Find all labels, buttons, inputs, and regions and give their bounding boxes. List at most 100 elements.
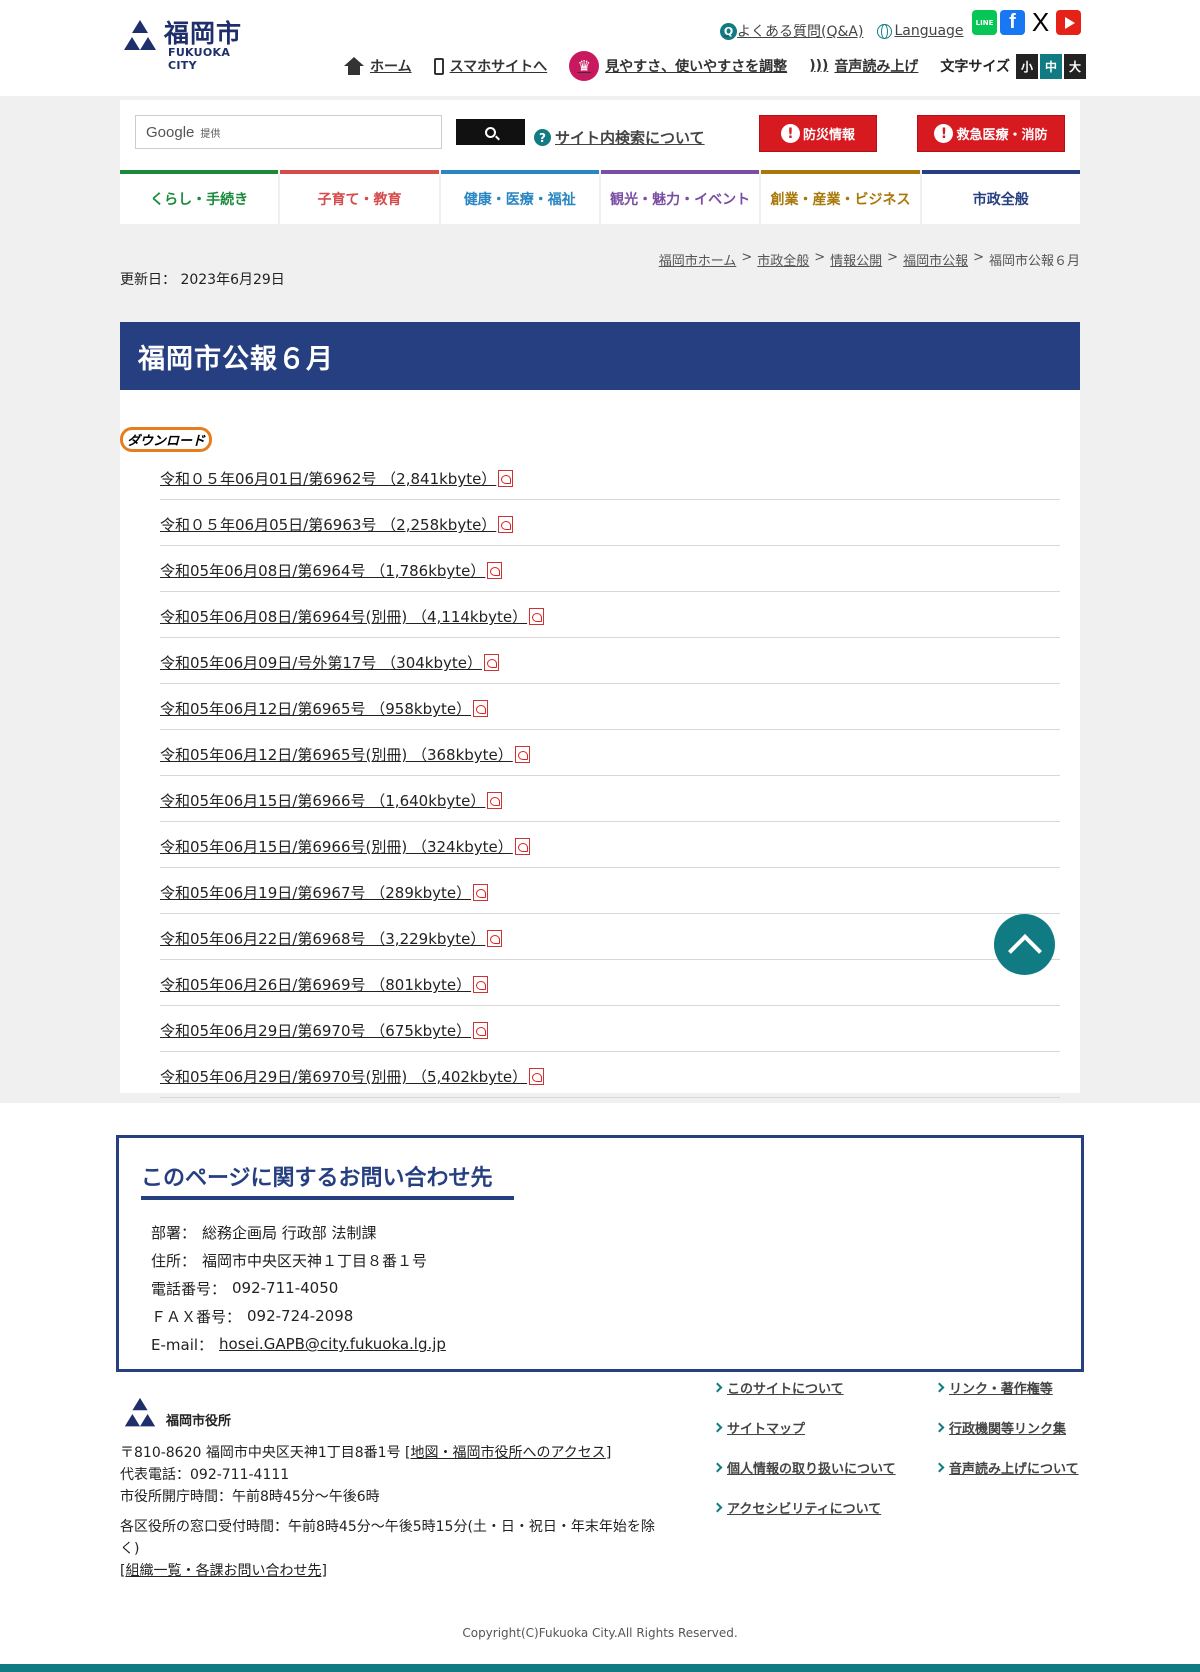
- pdf-download-link[interactable]: 令和05年06月15日/第6966号(別冊) （324kbyte）: [160, 836, 513, 857]
- font-size-large-button[interactable]: 大: [1063, 53, 1086, 79]
- accessibility-link[interactable]: ♛ 見やすさ、使いやすさを調整: [569, 51, 787, 81]
- breadcrumb-city-admin[interactable]: 市政全般: [757, 250, 809, 269]
- sound-wave-icon: ))): [809, 58, 829, 74]
- footer-link-label: このサイトについて: [727, 1382, 844, 1397]
- pdf-download-link[interactable]: 令和05年06月12日/第6965号 （958kbyte）: [160, 698, 471, 719]
- pdf-download-link[interactable]: 令和05年06月29日/第6970号 （675kbyte）: [160, 1020, 471, 1041]
- breadcrumb-gazette[interactable]: 福岡市公報: [903, 250, 968, 269]
- updated-date: 更新日： 2023年6月29日: [120, 272, 285, 288]
- pdf-download-link[interactable]: 令和05年06月22日/第6968号 （3,229kbyte）: [160, 928, 485, 949]
- gnav-label: 子育て・教育: [317, 192, 402, 208]
- site-logo[interactable]: 福岡市 FUKUOKA CITY: [120, 16, 260, 72]
- office-name: 福岡市役所: [166, 1413, 232, 1429]
- file-list-item: 令和０５年06月01日/第6962号 （2,841kbyte）: [160, 454, 1060, 500]
- office-hours: 市役所開庁時間：午前8時45分～午後6時: [120, 1489, 380, 1505]
- contact-address: 住所： 福岡市中央区天神１丁目８番１号: [151, 1246, 446, 1274]
- faq-icon: Q: [720, 22, 737, 40]
- font-size-small-button[interactable]: 小: [1015, 53, 1038, 79]
- ward-hours: 各区役所の窓口受付時間：午前8時45分～午後5時15分(土・日・祝日・年末年始を…: [120, 1519, 655, 1557]
- file-list-item: 令和05年06月08日/第6964号 （1,786kbyte）: [160, 546, 1060, 592]
- read-aloud-link[interactable]: ))) 音声読み上げ: [809, 56, 918, 76]
- pdf-icon: [473, 976, 489, 993]
- gnav-business[interactable]: 創業・産業・ビジネス: [761, 170, 920, 224]
- search-input[interactable]: Google 提供: [135, 115, 442, 149]
- contact-list: 部署： 総務企画局 行政部 法制課 住所： 福岡市中央区天神１丁目８番１号 電話…: [151, 1218, 446, 1358]
- footer-link-label: 音声読み上げについて: [949, 1462, 1079, 1477]
- contact-email-link[interactable]: hosei.GAPB@city.fukuoka.lg.jp: [219, 1335, 446, 1353]
- org-list-link[interactable]: 組織一覧・各課お問い合わせ先: [125, 1563, 321, 1579]
- bracket-close: ]: [321, 1563, 327, 1579]
- home-link-label: ホーム: [370, 59, 412, 75]
- file-list-item: 令和05年06月15日/第6966号 （1,640kbyte）: [160, 776, 1060, 822]
- file-list-item: 令和０５年06月05日/第6963号 （2,258kbyte）: [160, 500, 1060, 546]
- disaster-info-button[interactable]: ! 防災情報: [759, 115, 877, 152]
- download-badge: ダウンロード: [120, 427, 213, 452]
- page-title: 福岡市公報６月: [120, 322, 1080, 390]
- footer-link-copyright[interactable]: リンク・著作権等: [934, 1378, 1053, 1397]
- gnav-living[interactable]: くらし・手続き: [120, 170, 279, 224]
- footer-link-label: 行政機関等リンク集: [949, 1422, 1067, 1437]
- pdf-icon: [529, 1068, 545, 1085]
- breadcrumb: 福岡市ホーム > 市政全般 > 情報公開 > 福岡市公報 > 福岡市公報６月: [659, 250, 1080, 269]
- breadcrumb-home[interactable]: 福岡市ホーム: [659, 250, 737, 269]
- pdf-icon: [473, 700, 489, 717]
- footer-link-accessibility[interactable]: アクセシビリティについて: [712, 1498, 881, 1517]
- footer-link-about-site[interactable]: このサイトについて: [712, 1378, 844, 1397]
- scroll-to-top-button[interactable]: [994, 914, 1055, 975]
- pdf-download-link[interactable]: 令和05年06月12日/第6965号(別冊) （368kbyte）: [160, 744, 513, 765]
- file-list: 令和０５年06月01日/第6962号 （2,841kbyte） 令和０５年06月0…: [160, 454, 1060, 1098]
- pdf-download-link[interactable]: 令和０５年06月01日/第6962号 （2,841kbyte）: [160, 468, 496, 489]
- contact-department-label: 部署：: [151, 1223, 197, 1242]
- footer-logo: 福岡市役所: [120, 1394, 670, 1434]
- pdf-download-link[interactable]: 令和05年06月19日/第6967号 （289kbyte）: [160, 882, 471, 903]
- gnav-label: 観光・魅力・イベント: [610, 192, 751, 208]
- smartphone-link[interactable]: スマホサイトへ: [433, 56, 548, 76]
- gnav-tourism[interactable]: 観光・魅力・イベント: [600, 170, 760, 224]
- globe-icon: [877, 23, 893, 39]
- footer-link-privacy[interactable]: 個人情報の取り扱いについて: [712, 1458, 896, 1477]
- search-button[interactable]: [456, 119, 525, 145]
- language-link[interactable]: Language: [877, 23, 964, 39]
- pdf-icon: [473, 1022, 489, 1039]
- pdf-icon: [498, 516, 514, 533]
- emergency-button[interactable]: ! 救急医療・消防: [917, 115, 1065, 152]
- facebook-icon[interactable]: f: [1000, 10, 1025, 35]
- pdf-icon: [487, 792, 503, 809]
- file-list-item: 令和05年06月22日/第6968号 （3,229kbyte）: [160, 914, 1060, 960]
- faq-link[interactable]: Q よくある質問(Q&A): [720, 21, 863, 41]
- chevron-right-icon: [712, 1462, 723, 1473]
- footer-link-sitemap[interactable]: サイトマップ: [712, 1418, 805, 1437]
- home-link[interactable]: ホーム: [344, 56, 412, 76]
- pdf-download-link[interactable]: 令和05年06月08日/第6964号(別冊) （4,114kbyte）: [160, 606, 527, 627]
- chevron-right-icon: [712, 1422, 723, 1433]
- pdf-download-link[interactable]: 令和05年06月08日/第6964号 （1,786kbyte）: [160, 560, 485, 581]
- gnav-city-admin[interactable]: 市政全般: [921, 170, 1080, 224]
- breadcrumb-info-disclosure[interactable]: 情報公開: [830, 250, 882, 269]
- search-about-link[interactable]: ? サイト内検索について: [534, 127, 705, 148]
- smartphone-link-label: スマホサイトへ: [449, 59, 548, 75]
- breadcrumb-separator: >: [973, 250, 984, 265]
- gnav-health[interactable]: 健康・医療・福祉: [440, 170, 599, 224]
- footer-link-gov-links[interactable]: 行政機関等リンク集: [934, 1418, 1067, 1437]
- x-icon[interactable]: X: [1028, 7, 1053, 37]
- disaster-info-label: 防災情報: [802, 128, 855, 143]
- youtube-icon[interactable]: [1056, 10, 1081, 35]
- chevron-up-icon: [1007, 933, 1042, 968]
- pdf-icon: [529, 608, 545, 625]
- pdf-download-link[interactable]: 令和05年06月15日/第6966号 （1,640kbyte）: [160, 790, 485, 811]
- play-triangle: [1065, 16, 1075, 29]
- contact-box: このページに関するお問い合わせ先 部署： 総務企画局 行政部 法制課 住所： 福…: [116, 1135, 1084, 1372]
- pdf-download-link[interactable]: 令和０５年06月05日/第6963号 （2,258kbyte）: [160, 514, 496, 535]
- font-size-medium-button[interactable]: 中: [1039, 53, 1062, 79]
- pdf-download-link[interactable]: 令和05年06月29日/第6970号(別冊) （5,402kbyte）: [160, 1066, 527, 1087]
- contact-fax-label: ＦＡＸ番号：: [151, 1307, 242, 1326]
- footer-link-read-aloud[interactable]: 音声読み上げについて: [934, 1458, 1079, 1477]
- search-band: Google 提供 ? サイト内検索について ! 防災情報 ! 救急医療・消防: [120, 100, 1080, 170]
- file-list-item: 令和05年06月15日/第6966号(別冊) （324kbyte）: [160, 822, 1060, 868]
- access-link[interactable]: 地図・福岡市役所へのアクセス: [411, 1445, 606, 1461]
- gnav-childcare[interactable]: 子育て・教育: [280, 170, 439, 224]
- top-links: Q よくある質問(Q&A) Language: [720, 20, 978, 42]
- pdf-download-link[interactable]: 令和05年06月26日/第6969号 （801kbyte）: [160, 974, 471, 995]
- pdf-download-link[interactable]: 令和05年06月09日/号外第17号 （304kbyte）: [160, 652, 482, 673]
- line-icon[interactable]: LINE: [972, 10, 997, 35]
